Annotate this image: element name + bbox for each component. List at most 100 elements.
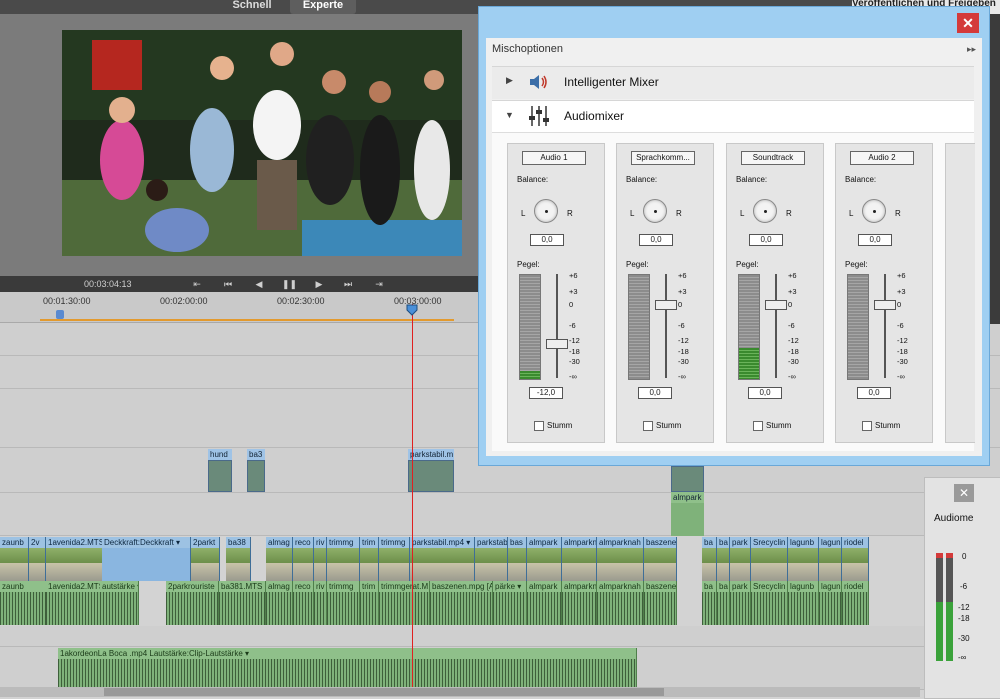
video-clip[interactable]: lagunb <box>788 537 819 581</box>
audio-clip[interactable]: trim <box>360 581 379 625</box>
video-clip[interactable]: almparkn <box>562 537 597 581</box>
video-clip[interactable]: ba <box>702 537 717 581</box>
audio-clip[interactable]: baszene <box>644 581 677 625</box>
level-meter-fill <box>520 371 540 379</box>
level-value[interactable]: 0,0 <box>748 387 782 399</box>
level-fader[interactable] <box>655 300 677 310</box>
balance-value[interactable]: 0,0 <box>858 234 892 246</box>
channel-name-button[interactable]: Sprachkomm... <box>631 151 695 165</box>
audio-clip[interactable]: baszenen.mpg [A] <box>430 581 493 625</box>
channel-name-button[interactable]: Soundtrack <box>741 151 805 165</box>
mute-checkbox[interactable] <box>643 421 653 431</box>
expand-arrow-icon[interactable]: ▶ <box>506 75 513 86</box>
collapse-arrow-icon[interactable]: ▼ <box>505 110 514 120</box>
video-clip[interactable]: trim <box>360 537 379 581</box>
video-clip[interactable]: Deckkraft:Deckkraft ▾ <box>102 537 191 581</box>
video-clip[interactable]: riv <box>314 537 327 581</box>
tab-experte[interactable]: Experte <box>290 0 356 14</box>
next-edit-icon[interactable]: ⏭ <box>341 278 355 290</box>
audio-clip[interactable]: ba381.MTS [ <box>219 581 266 625</box>
video-clip[interactable]: trimmg <box>379 537 410 581</box>
video-clip[interactable]: park <box>730 537 751 581</box>
clip-label: 1avenida2.MTS <box>46 537 102 548</box>
video-clip[interactable]: riodel <box>842 537 869 581</box>
video-clip[interactable]: lagun <box>819 537 842 581</box>
close-icon[interactable]: ✕ <box>954 484 974 502</box>
audio-clip[interactable]: pärke ▾ <box>493 581 527 625</box>
audio-clip[interactable]: lagun <box>819 581 842 625</box>
video-clip[interactable]: almag <box>266 537 293 581</box>
audio-clip[interactable]: riodel <box>842 581 869 625</box>
audio-clip[interactable]: riv <box>314 581 327 625</box>
step-back-icon[interactable]: ◀ <box>252 278 266 290</box>
level-label: Pegel: <box>736 260 759 269</box>
scrollbar-thumb[interactable] <box>104 688 664 696</box>
title-clip[interactable]: hund <box>208 449 232 492</box>
in-point-marker[interactable] <box>56 310 64 319</box>
audio-clip[interactable]: zaunb <box>0 581 47 625</box>
video-clip[interactable]: trimmg <box>327 537 360 581</box>
video-clip[interactable]: zaunb <box>0 537 29 581</box>
audio-clip[interactable]: reco <box>293 581 314 625</box>
level-fader[interactable] <box>765 300 787 310</box>
audio-clip[interactable]: trimmgerat.M <box>379 581 430 625</box>
video-clip[interactable]: reco <box>293 537 314 581</box>
audio-clip[interactable]: ba <box>717 581 730 625</box>
balance-value[interactable]: 0,0 <box>639 234 673 246</box>
video-clip[interactable]: Srecyclin <box>751 537 788 581</box>
mute-checkbox[interactable] <box>753 421 763 431</box>
audio-clip[interactable]: Srecyclin <box>751 581 788 625</box>
audio-clip[interactable]: autstärke ▾ <box>100 581 139 625</box>
balance-value[interactable]: 0,0 <box>530 234 564 246</box>
audio-clip[interactable]: 1avenida2.MTS <box>46 581 101 625</box>
step-forward-icon[interactable]: ▶ <box>312 278 326 290</box>
go-to-start-icon[interactable]: ⇤ <box>190 278 204 290</box>
video-clip[interactable]: ba <box>717 537 730 581</box>
go-to-end-icon[interactable]: ⇥ <box>372 278 386 290</box>
channel-name-button[interactable]: Audio 2 <box>850 151 914 165</box>
level-fader[interactable] <box>546 339 568 349</box>
video-clip[interactable]: baszene <box>644 537 677 581</box>
previous-edit-icon[interactable]: ⏮ <box>221 278 235 290</box>
title-clip[interactable]: parkstabil.m <box>408 449 454 492</box>
audio-clip[interactable]: park <box>730 581 751 625</box>
level-value[interactable]: 0,0 <box>638 387 672 399</box>
video-clip[interactable]: parkstabil.mp4 ▾ <box>410 537 475 581</box>
audio-clip[interactable]: almpark <box>527 581 562 625</box>
work-area-bar[interactable] <box>40 319 454 321</box>
video-clip[interactable]: 2parkt <box>191 537 220 581</box>
audio-clip[interactable]: almparknah <box>597 581 644 625</box>
balance-value[interactable]: 0,0 <box>749 234 783 246</box>
mute-checkbox[interactable] <box>862 421 872 431</box>
playhead-handle[interactable] <box>406 304 418 316</box>
tab-schnell[interactable]: Schnell <box>222 0 282 14</box>
audio-clip[interactable]: lagunb <box>788 581 819 625</box>
video-clip[interactable]: parkstab <box>475 537 508 581</box>
video-clip[interactable]: 1avenida2.MTS <box>46 537 103 581</box>
balance-left-label: L <box>849 209 854 218</box>
video-clip[interactable]: bas <box>508 537 527 581</box>
video-clip[interactable]: 2v <box>29 537 46 581</box>
music-clip[interactable]: 1akordeonLa Boca .mp4 Lautstärke:Clip-La… <box>58 648 637 688</box>
audio-clip[interactable]: almparkn <box>562 581 597 625</box>
level-fader[interactable] <box>874 300 896 310</box>
pause-icon[interactable]: ❚❚ <box>282 278 297 290</box>
close-icon[interactable]: ✕ <box>957 13 979 33</box>
level-value[interactable]: 0,0 <box>857 387 891 399</box>
audio-clip[interactable]: ba <box>702 581 717 625</box>
audio-clip[interactable]: 2parkrouriste <box>166 581 219 625</box>
title-clip[interactable]: ba3 <box>247 449 265 492</box>
clip-label: parkstabil.mp4 ▾ <box>410 537 474 548</box>
title-clip[interactable]: almpark <box>671 466 704 536</box>
panel-menu-icon[interactable]: ▸▸ <box>967 44 976 55</box>
video-clip[interactable]: ba38 <box>226 537 251 581</box>
audio-clip[interactable]: almag <box>266 581 293 625</box>
audio-meter-left-bar <box>936 553 943 661</box>
channel-name-button[interactable]: Audio 1 <box>522 151 586 165</box>
mute-checkbox[interactable] <box>534 421 544 431</box>
video-clip[interactable]: almpark <box>527 537 562 581</box>
clip-thumbnail <box>0 548 28 581</box>
audio-clip[interactable]: trimmg <box>327 581 360 625</box>
level-value[interactable]: -12,0 <box>529 387 563 399</box>
video-clip[interactable]: almparknah <box>597 537 644 581</box>
